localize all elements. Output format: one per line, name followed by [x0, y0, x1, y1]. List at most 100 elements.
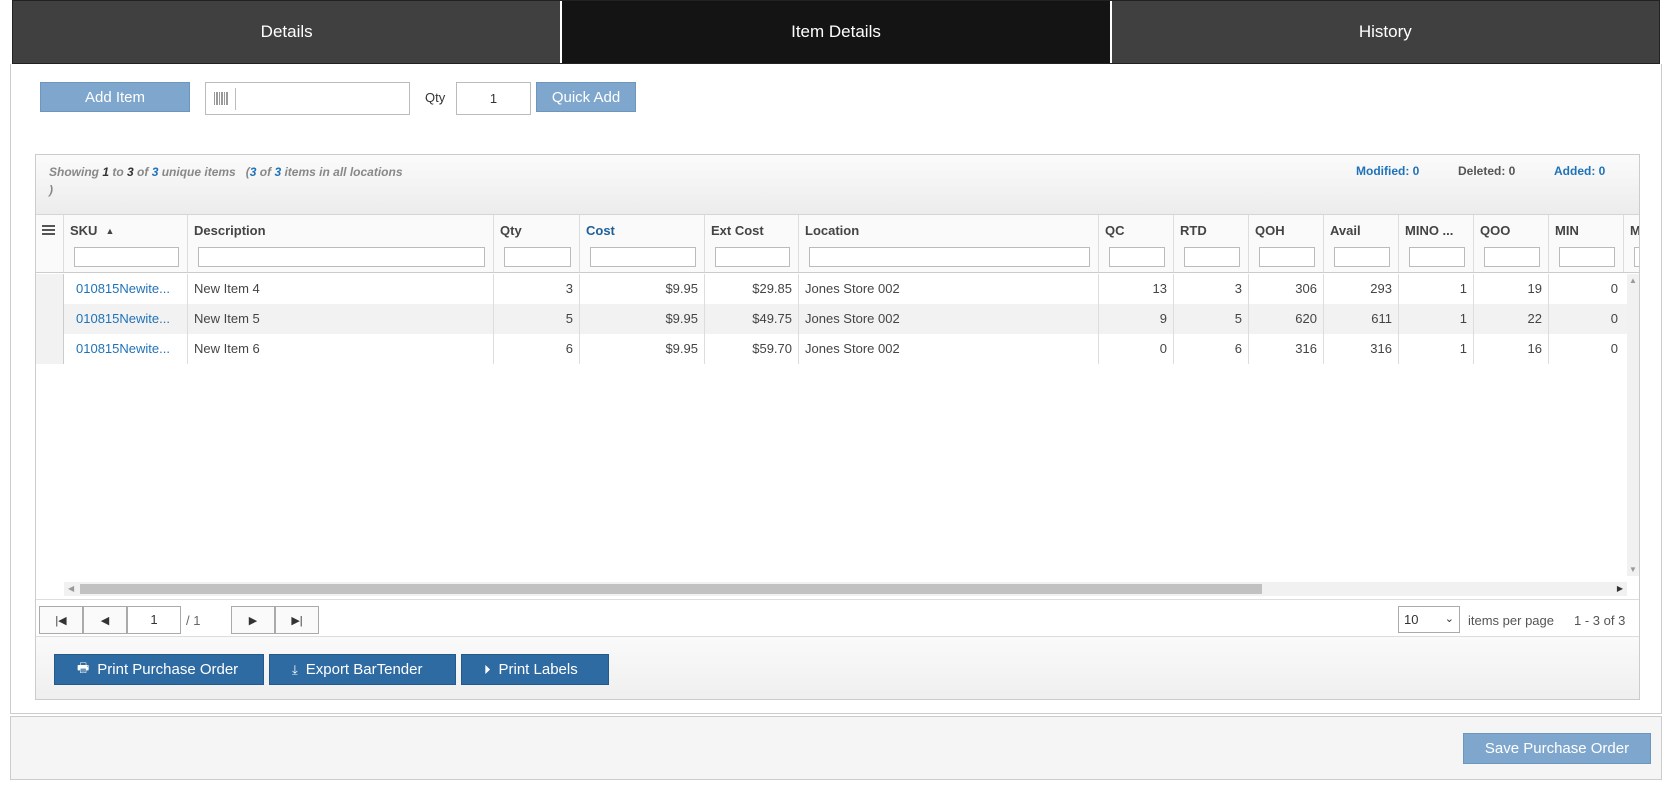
rtd-cell: 6	[1174, 334, 1249, 364]
filter-input[interactable]	[809, 247, 1090, 267]
scroll-up-icon[interactable]: ▲	[1629, 276, 1637, 285]
first-page-button[interactable]: |◀	[39, 606, 83, 634]
location-cell: Jones Store 002	[799, 274, 1099, 304]
row-selector[interactable]	[36, 274, 64, 304]
mino-cell: 1	[1399, 334, 1474, 364]
last-page-button[interactable]: ▶|	[275, 606, 319, 634]
column-description[interactable]: Description	[188, 215, 494, 272]
column-rtd[interactable]: RTD	[1174, 215, 1249, 272]
table-row[interactable]: 010815Newite... New Item 4 3 $9.95 $29.8…	[36, 274, 1627, 304]
column-qty[interactable]: Qty	[494, 215, 580, 272]
column-title: Location	[805, 223, 860, 238]
description-cell: New Item 6	[188, 334, 494, 364]
filter-input[interactable]	[504, 247, 571, 267]
filter-input[interactable]	[74, 247, 179, 267]
export-bartender-button[interactable]: ⤓ Export BarTender	[269, 654, 456, 685]
scrollbar-thumb[interactable]	[80, 584, 1262, 594]
quick-add-button[interactable]: Quick Add	[536, 82, 636, 112]
next-page-icon: ▶	[248, 614, 258, 627]
tab-item-details[interactable]: Item Details	[562, 1, 1112, 63]
page-number-input[interactable]: 1	[127, 606, 181, 634]
row-selector[interactable]	[36, 304, 64, 334]
filter-input[interactable]	[715, 247, 790, 267]
column-cost[interactable]: Cost	[580, 215, 705, 272]
cost-cell[interactable]: $9.95	[580, 334, 705, 364]
filter-input[interactable]	[1634, 247, 1639, 267]
sku-link[interactable]: 010815Newite...	[64, 274, 188, 304]
print-labels-button[interactable]: ⏵ Print Labels	[461, 654, 609, 685]
filter-input[interactable]	[590, 247, 696, 267]
items-grid: Showing 1 to 3 of 3 unique items (3 of 3…	[35, 154, 1640, 700]
sku-link[interactable]: 010815Newite...	[64, 304, 188, 334]
avail-cell: 611	[1324, 304, 1399, 334]
location-cell: Jones Store 002	[799, 304, 1099, 334]
download-icon: ⤓	[292, 661, 298, 677]
column-title: RTD	[1180, 223, 1207, 238]
column-menu[interactable]	[36, 215, 64, 272]
tab-history[interactable]: History	[1111, 1, 1659, 63]
next-page-button[interactable]: ▶	[231, 606, 275, 634]
grid-body: 010815Newite... New Item 4 3 $9.95 $29.8…	[36, 274, 1627, 576]
printer-icon: 🖶	[77, 659, 90, 675]
horizontal-scrollbar[interactable]: ◀ ▶	[64, 582, 1627, 596]
filter-input[interactable]	[1559, 247, 1615, 267]
hamburger-menu-icon[interactable]	[42, 225, 55, 235]
tab-details[interactable]: Details	[13, 1, 563, 63]
column-title: Ext Cost	[711, 223, 764, 238]
column-m[interactable]: M	[1624, 215, 1639, 272]
filter-input[interactable]	[1409, 247, 1465, 267]
column-qoo[interactable]: QOO	[1474, 215, 1549, 272]
scroll-left-icon[interactable]: ◀	[68, 582, 74, 596]
sku-link[interactable]: 010815Newite...	[64, 334, 188, 364]
save-purchase-order-button[interactable]: Save Purchase Order	[1463, 733, 1651, 764]
filter-input[interactable]	[1484, 247, 1540, 267]
add-item-button[interactable]: Add Item	[40, 82, 190, 112]
column-title: Qty	[500, 223, 522, 238]
column-location[interactable]: Location	[799, 215, 1099, 272]
description-cell: New Item 4	[188, 274, 494, 304]
chevron-down-icon: ⌄	[1444, 613, 1454, 625]
column-header-row: SKU ▲ Description Qty Cost Ext Cost Locat…	[36, 215, 1639, 273]
column-min[interactable]: MIN	[1549, 215, 1624, 272]
grid-summary-bar: Showing 1 to 3 of 3 unique items (3 of 3…	[36, 155, 1639, 215]
column-qoh[interactable]: QOH	[1249, 215, 1324, 272]
min-cell: 0	[1610, 311, 1618, 326]
column-sku[interactable]: SKU ▲	[64, 215, 188, 272]
avail-cell: 316	[1324, 334, 1399, 364]
column-title: MINO ...	[1405, 223, 1454, 238]
cost-cell[interactable]: $9.95	[580, 304, 705, 334]
column-mino[interactable]: MINO ...	[1399, 215, 1474, 272]
qty-cell[interactable]: 5	[494, 304, 580, 334]
items-per-page-select[interactable]: 10 ⌄	[1398, 606, 1460, 633]
table-row[interactable]: 010815Newite... New Item 5 5 $9.95 $49.7…	[36, 304, 1627, 334]
filter-input[interactable]	[1259, 247, 1315, 267]
qty-input[interactable]: 1	[456, 82, 531, 115]
modified-count[interactable]: Modified: 0	[1356, 164, 1419, 178]
filter-input[interactable]	[1184, 247, 1240, 267]
filter-input[interactable]	[1109, 247, 1165, 267]
qty-cell[interactable]: 3	[494, 274, 580, 304]
column-avail[interactable]: Avail	[1324, 215, 1399, 272]
column-title: Avail	[1330, 223, 1361, 238]
vertical-scrollbar[interactable]: ▲ ▼	[1627, 274, 1639, 576]
added-count[interactable]: Added: 0	[1554, 164, 1605, 178]
barcode-input[interactable]	[205, 82, 410, 115]
column-ext-cost[interactable]: Ext Cost	[705, 215, 799, 272]
previous-page-button[interactable]: ◀	[83, 606, 127, 634]
scroll-down-icon[interactable]: ▼	[1629, 565, 1637, 574]
qty-cell[interactable]: 6	[494, 334, 580, 364]
filter-input[interactable]	[198, 247, 485, 267]
filter-input[interactable]	[1334, 247, 1390, 267]
mino-cell: 1	[1399, 304, 1474, 334]
column-qc[interactable]: QC	[1099, 215, 1174, 272]
cost-cell[interactable]: $9.95	[580, 274, 705, 304]
ext-cost-cell: $59.70	[705, 334, 799, 364]
qoo-cell: 19	[1474, 274, 1549, 304]
qc-cell: 9	[1099, 304, 1174, 334]
row-selector[interactable]	[36, 334, 64, 364]
min-cell: 0	[1610, 281, 1618, 296]
table-row[interactable]: 010815Newite... New Item 6 6 $9.95 $59.7…	[36, 334, 1627, 364]
scroll-right-icon[interactable]: ▶	[1617, 582, 1623, 596]
total-pages: / 1	[186, 613, 201, 628]
print-purchase-order-button[interactable]: 🖶 Print Purchase Order	[54, 654, 264, 685]
